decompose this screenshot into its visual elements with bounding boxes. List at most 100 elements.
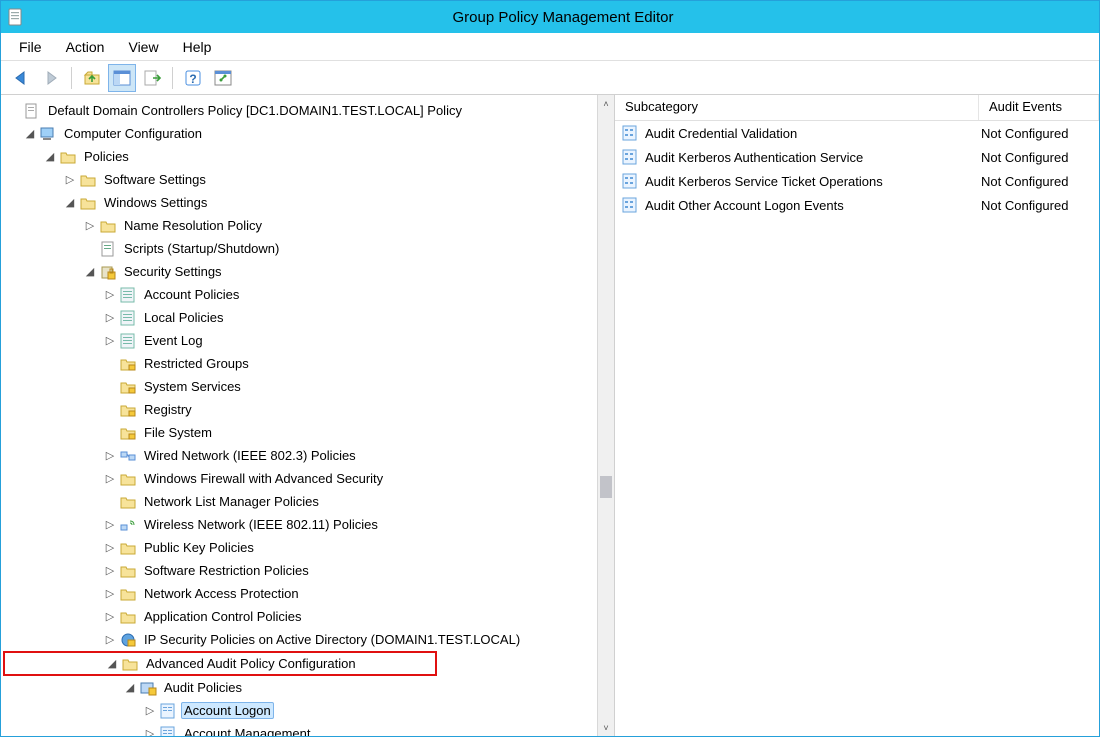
up-folder-button[interactable] [78, 64, 106, 92]
options-button[interactable] [209, 64, 237, 92]
tree-file-system[interactable]: ▷ File System [3, 421, 597, 444]
list-cell-audit-events: Not Configured [981, 198, 1093, 213]
menu-action[interactable]: Action [56, 35, 115, 59]
forward-button[interactable] [37, 64, 65, 92]
tree-wired-network[interactable]: ▷ Wired Network (IEEE 802.3) Policies [3, 444, 597, 467]
menu-help[interactable]: Help [173, 35, 222, 59]
scroll-down-button[interactable]: ˅ [598, 719, 614, 736]
expander-open-icon[interactable]: ◢ [123, 681, 137, 695]
expander-closed-icon[interactable]: ▷ [63, 173, 77, 187]
tree-windows-settings[interactable]: ◢ Windows Settings [3, 191, 597, 214]
export-list-button[interactable] [138, 64, 166, 92]
expander-open-icon[interactable]: ◢ [63, 196, 77, 210]
tree-account-management[interactable]: ▷ Account Management [3, 722, 597, 736]
menu-file[interactable]: File [9, 35, 52, 59]
toolbar-separator [172, 67, 173, 89]
tree-firewall[interactable]: ▷ Windows Firewall with Advanced Securit… [3, 467, 597, 490]
expander-closed-icon[interactable]: ▷ [103, 587, 117, 601]
tree-security-settings[interactable]: ◢ Security Settings [3, 260, 597, 283]
vertical-scrollbar[interactable]: ˄ ˅ [597, 95, 614, 736]
network-wireless-icon [119, 516, 137, 534]
tree-software-restriction[interactable]: ▷ Software Restriction Policies [3, 559, 597, 582]
tree-registry[interactable]: ▷ Registry [3, 398, 597, 421]
tree-software-settings[interactable]: ▷ Software Settings [3, 168, 597, 191]
tree-label: Audit Policies [161, 679, 245, 696]
tree-label: Restricted Groups [141, 355, 252, 372]
expander-closed-icon[interactable]: ▷ [103, 541, 117, 555]
audit-category-icon [159, 702, 177, 720]
tree-account-policies[interactable]: ▷ Account Policies [3, 283, 597, 306]
expander-closed-icon[interactable]: ▷ [103, 334, 117, 348]
help-button[interactable]: ? [179, 64, 207, 92]
tree-public-key[interactable]: ▷ Public Key Policies [3, 536, 597, 559]
expander-closed-icon[interactable]: ▷ [143, 704, 157, 718]
show-hide-tree-button[interactable] [108, 64, 136, 92]
tree-system-services[interactable]: ▷ System Services [3, 375, 597, 398]
tree-event-log[interactable]: ▷ Event Log [3, 329, 597, 352]
tree-label: Application Control Policies [141, 608, 305, 625]
tree-app-control[interactable]: ▷ Application Control Policies [3, 605, 597, 628]
expander-closed-icon[interactable]: ▷ [83, 219, 97, 233]
tree-label: Scripts (Startup/Shutdown) [121, 240, 282, 257]
expander-open-icon[interactable]: ◢ [105, 657, 119, 671]
tree-label: Software Settings [101, 171, 209, 188]
menu-view[interactable]: View [118, 35, 168, 59]
tree-restricted-groups[interactable]: ▷ Restricted Groups [3, 352, 597, 375]
expander-open-icon[interactable]: ◢ [83, 265, 97, 279]
policy-icon [23, 102, 41, 120]
tree-label: Account Policies [141, 286, 242, 303]
tree-scripts[interactable]: ▷ Scripts (Startup/Shutdown) [3, 237, 597, 260]
tree-nap[interactable]: ▷ Network Access Protection [3, 582, 597, 605]
scroll-up-button[interactable]: ˄ [598, 95, 614, 112]
list-row[interactable]: Audit Credential Validation Not Configur… [615, 121, 1099, 145]
list-row[interactable]: Audit Other Account Logon Events Not Con… [615, 193, 1099, 217]
expander-icon[interactable] [7, 104, 21, 118]
expander-closed-icon[interactable]: ▷ [103, 633, 117, 647]
tree-ipsec[interactable]: ▷ IP Security Policies on Active Directo… [3, 628, 597, 651]
folder-icon [79, 171, 97, 189]
locked-folder-icon [119, 401, 137, 419]
expander-open-icon[interactable]: ◢ [43, 150, 57, 164]
expander-closed-icon[interactable]: ▷ [103, 311, 117, 325]
expander-closed-icon[interactable]: ▷ [103, 288, 117, 302]
list-row[interactable]: Audit Kerberos Authentication Service No… [615, 145, 1099, 169]
security-icon [99, 263, 117, 281]
expander-closed-icon[interactable]: ▷ [103, 472, 117, 486]
scripts-icon [99, 240, 117, 258]
scroll-thumb[interactable] [600, 476, 612, 498]
folder-icon [119, 539, 137, 557]
audit-item-icon [621, 196, 639, 214]
tree-local-policies[interactable]: ▷ Local Policies [3, 306, 597, 329]
tree-wireless-network[interactable]: ▷ Wireless Network (IEEE 802.11) Policie… [3, 513, 597, 536]
tree-label: System Services [141, 378, 244, 395]
folder-icon [99, 217, 117, 235]
expander-closed-icon[interactable]: ▷ [103, 518, 117, 532]
tree-account-logon[interactable]: ▷ Account Logon [3, 699, 597, 722]
tree-audit-policies[interactable]: ◢ Audit Policies [3, 676, 597, 699]
tree-computer-config[interactable]: ◢ Computer Configuration [3, 122, 597, 145]
expander-closed-icon[interactable]: ▷ [103, 449, 117, 463]
tree-root[interactable]: Default Domain Controllers Policy [DC1.D… [3, 99, 597, 122]
list-body[interactable]: Audit Credential Validation Not Configur… [615, 121, 1099, 736]
expander-closed-icon[interactable]: ▷ [143, 727, 157, 737]
tree-label: Account Management [181, 725, 313, 736]
tree-label: Network Access Protection [141, 585, 302, 602]
expander-open-icon[interactable]: ◢ [23, 127, 37, 141]
tree-name-resolution[interactable]: ▷ Name Resolution Policy [3, 214, 597, 237]
column-header-subcategory[interactable]: Subcategory [615, 95, 979, 120]
audit-item-icon [621, 124, 639, 142]
tree-network-list-manager[interactable]: ▷ Network List Manager Policies [3, 490, 597, 513]
menubar: File Action View Help [1, 33, 1099, 61]
expander-closed-icon[interactable]: ▷ [103, 610, 117, 624]
back-button[interactable] [7, 64, 35, 92]
window-title: Group Policy Management Editor [33, 9, 1093, 26]
tree-policies[interactable]: ◢ Policies [3, 145, 597, 168]
tree-advanced-audit[interactable]: ◢ Advanced Audit Policy Configuration [3, 651, 437, 676]
tree-label: Wireless Network (IEEE 802.11) Policies [141, 516, 381, 533]
tree-view[interactable]: Default Domain Controllers Policy [DC1.D… [1, 95, 597, 736]
expander-closed-icon[interactable]: ▷ [103, 564, 117, 578]
column-header-audit-events[interactable]: Audit Events [979, 95, 1099, 120]
list-row[interactable]: Audit Kerberos Service Ticket Operations… [615, 169, 1099, 193]
scroll-track[interactable] [598, 112, 614, 719]
list-cell-subcategory: Audit Kerberos Authentication Service [645, 150, 981, 165]
